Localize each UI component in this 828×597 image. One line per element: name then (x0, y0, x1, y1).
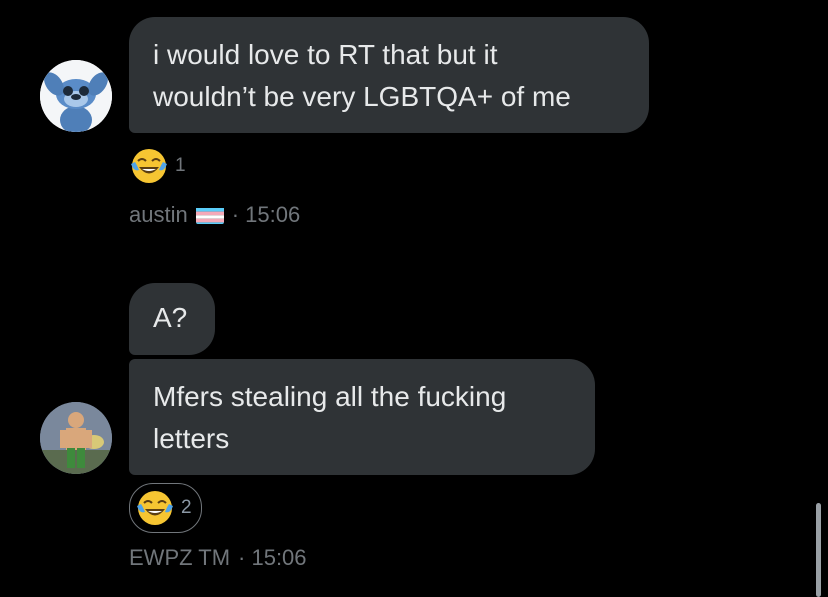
transgender-flag-icon (195, 206, 224, 224)
message-meta: austin · 15:06 (129, 202, 300, 228)
message-line: wouldn’t be very LGBTQA+ of me (153, 81, 571, 112)
message-meta: EWPZ TM · 15:06 (129, 545, 307, 571)
message-bubble[interactable]: A? (129, 283, 215, 355)
reaction-count: 2 (181, 497, 192, 518)
avatar-ewpz[interactable] (40, 402, 112, 474)
tears-of-joy-emoji-icon (131, 149, 167, 183)
avatar-austin[interactable] (40, 60, 112, 132)
tears-of-joy-emoji-icon (137, 491, 173, 525)
message-time: · 15:06 (231, 202, 301, 227)
scrollbar[interactable] (816, 503, 821, 597)
sender-name[interactable]: EWPZ TM (129, 545, 230, 571)
reaction-count: 1 (175, 155, 186, 176)
message-line: letters (153, 423, 230, 454)
message-line: i would love to RT that but it (153, 39, 498, 70)
reaction-badge[interactable]: 2 (129, 483, 202, 533)
message-bubble[interactable]: Mfers stealing all the fucking letters (129, 359, 595, 475)
message-bubble[interactable]: i would love to RT that but it wouldn’t … (129, 17, 649, 133)
game-character-avatar-icon (40, 402, 112, 474)
message-line: Mfers stealing all the fucking (153, 381, 507, 412)
sender-name[interactable]: austin (129, 202, 188, 228)
message-line: A? (153, 302, 188, 333)
stitch-avatar-icon (40, 60, 112, 132)
reaction-badge[interactable]: 1 (129, 146, 186, 186)
message-time: · 15:06 (238, 545, 307, 570)
